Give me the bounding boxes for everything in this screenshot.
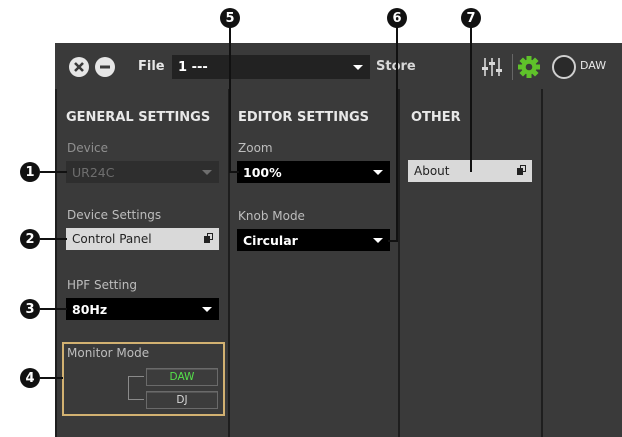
knob-mode-label: Knob Mode bbox=[238, 209, 305, 223]
file-menu[interactable]: File bbox=[138, 57, 165, 77]
hpf-select[interactable]: 80Hz bbox=[66, 298, 219, 320]
chevron-down-icon bbox=[353, 65, 363, 70]
toolbar-divider bbox=[512, 54, 513, 80]
callout-leader-2 bbox=[40, 238, 67, 240]
monitor-daw-button[interactable]: DAW bbox=[146, 368, 218, 386]
callout-leader-5 bbox=[229, 26, 231, 173]
monitor-dj-button[interactable]: DJ bbox=[146, 391, 218, 409]
daw-mode-indicator[interactable] bbox=[552, 55, 576, 79]
mixer-sliders-icon[interactable] bbox=[481, 56, 505, 78]
callout-2: 2 bbox=[20, 229, 40, 249]
control-panel-button[interactable]: Control Panel bbox=[66, 228, 219, 250]
callout-leader-6b bbox=[388, 240, 398, 242]
preset-select[interactable]: 1 --- bbox=[172, 55, 370, 79]
hpf-value: 80Hz bbox=[72, 301, 108, 317]
close-button[interactable] bbox=[69, 57, 89, 77]
minimize-button[interactable] bbox=[95, 57, 115, 77]
knob-mode-select[interactable]: Circular bbox=[237, 229, 390, 251]
hpf-setting-label: HPF Setting bbox=[67, 278, 137, 292]
zoom-select[interactable]: 100% bbox=[237, 161, 390, 183]
chevron-down-icon bbox=[202, 307, 212, 312]
callout-7: 7 bbox=[461, 8, 481, 28]
chevron-down-icon bbox=[373, 170, 383, 175]
minus-icon bbox=[100, 65, 110, 69]
chevron-down-icon bbox=[202, 170, 212, 175]
device-select: UR24C bbox=[66, 161, 219, 183]
editor-settings-heading: EDITOR SETTINGS bbox=[238, 110, 369, 125]
control-panel-label: Control Panel bbox=[72, 232, 152, 246]
callout-3: 3 bbox=[20, 299, 40, 319]
callout-5: 5 bbox=[220, 8, 240, 28]
callout-leader-7 bbox=[470, 26, 472, 172]
zoom-label: Zoom bbox=[238, 141, 273, 155]
close-icon bbox=[74, 62, 84, 72]
preset-value: 1 --- bbox=[178, 59, 208, 75]
monitor-mode-bracket bbox=[128, 376, 144, 400]
callout-leader-6 bbox=[396, 26, 398, 242]
other-heading: OTHER bbox=[411, 110, 461, 125]
chevron-down-icon bbox=[373, 238, 383, 243]
knob-mode-value: Circular bbox=[243, 232, 298, 248]
callout-leader-5b bbox=[229, 171, 239, 173]
callout-leader-1 bbox=[40, 171, 67, 173]
empty-column bbox=[543, 89, 622, 437]
callout-6: 6 bbox=[387, 8, 407, 28]
zoom-value: 100% bbox=[243, 164, 282, 180]
monitor-mode-label: Monitor Mode bbox=[67, 346, 150, 360]
callout-leader-3 bbox=[40, 308, 67, 310]
copy-icon bbox=[517, 165, 526, 175]
about-label: About bbox=[414, 164, 450, 178]
daw-label: DAW bbox=[580, 59, 607, 72]
gear-icon[interactable] bbox=[518, 56, 540, 78]
device-label: Device bbox=[67, 141, 109, 155]
callout-1: 1 bbox=[20, 162, 40, 182]
general-settings-heading: GENERAL SETTINGS bbox=[66, 110, 211, 125]
callout-leader-4 bbox=[40, 377, 63, 379]
device-settings-label: Device Settings bbox=[67, 208, 162, 222]
copy-icon bbox=[204, 233, 213, 243]
callout-4: 4 bbox=[20, 368, 40, 388]
device-value: UR24C bbox=[72, 164, 115, 180]
